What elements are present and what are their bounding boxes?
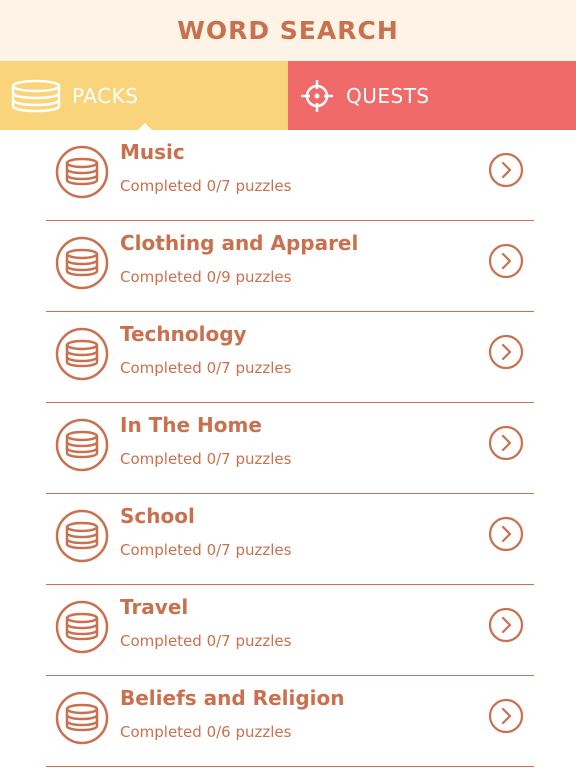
- tab-packs-label: PACKS: [72, 83, 139, 108]
- list-item[interactable]: Beliefs and Religion Completed 0/6 puzzl…: [46, 676, 534, 767]
- list-item[interactable]: School Completed 0/7 puzzles: [46, 494, 534, 585]
- chevron-right-icon[interactable]: [488, 243, 524, 283]
- pack-name: Beliefs and Religion: [120, 686, 345, 710]
- chevron-right-icon[interactable]: [488, 425, 524, 465]
- pack-progress: Completed 0/7 puzzles: [120, 632, 292, 650]
- coin-stack-icon: [55, 236, 109, 294]
- pack-progress: Completed 0/7 puzzles: [120, 359, 292, 377]
- pack-progress: Completed 0/7 puzzles: [120, 177, 292, 195]
- pack-progress: Completed 0/6 puzzles: [120, 723, 292, 741]
- page-title: WORD SEARCH: [177, 16, 399, 45]
- coin-stack-icon: [55, 691, 109, 749]
- coin-stack-icon: [55, 327, 109, 385]
- tab-quests[interactable]: QUESTS: [288, 61, 576, 130]
- pack-name: Technology: [120, 322, 247, 346]
- list-item[interactable]: In The Home Completed 0/7 puzzles: [46, 403, 534, 494]
- coin-stack-icon: [55, 418, 109, 476]
- list-item[interactable]: Music Completed 0/7 puzzles: [46, 130, 534, 221]
- app-header: WORD SEARCH: [0, 0, 576, 61]
- coin-stack-icon: [55, 145, 109, 203]
- chevron-right-icon[interactable]: [488, 334, 524, 374]
- chevron-right-icon[interactable]: [488, 698, 524, 738]
- pack-name: Travel: [120, 595, 189, 619]
- pack-name: In The Home: [120, 413, 262, 437]
- tab-packs[interactable]: PACKS: [0, 61, 288, 131]
- pack-progress: Completed 0/7 puzzles: [120, 541, 292, 559]
- coin-stack-icon: [55, 509, 109, 567]
- tab-quests-label: QUESTS: [346, 83, 430, 108]
- chevron-right-icon[interactable]: [488, 152, 524, 192]
- chevron-right-icon[interactable]: [488, 607, 524, 647]
- list-item[interactable]: Technology Completed 0/7 puzzles: [46, 312, 534, 403]
- chevron-right-icon[interactable]: [488, 516, 524, 556]
- pack-name: Music: [120, 140, 185, 164]
- list-item[interactable]: Clothing and Apparel Completed 0/9 puzzl…: [46, 221, 534, 312]
- crosshair-icon: [300, 79, 334, 113]
- tab-bar: PACKS QUESTS: [0, 61, 576, 131]
- coin-stack-icon: [55, 600, 109, 658]
- coin-stack-icon: [10, 78, 62, 114]
- list-item[interactable]: Travel Completed 0/7 puzzles: [46, 585, 534, 676]
- pack-progress: Completed 0/9 puzzles: [120, 268, 292, 286]
- pack-progress: Completed 0/7 puzzles: [120, 450, 292, 468]
- pack-name: Clothing and Apparel: [120, 231, 359, 255]
- pack-name: School: [120, 504, 195, 528]
- pack-list: Music Completed 0/7 puzzles Clothing and…: [0, 130, 576, 767]
